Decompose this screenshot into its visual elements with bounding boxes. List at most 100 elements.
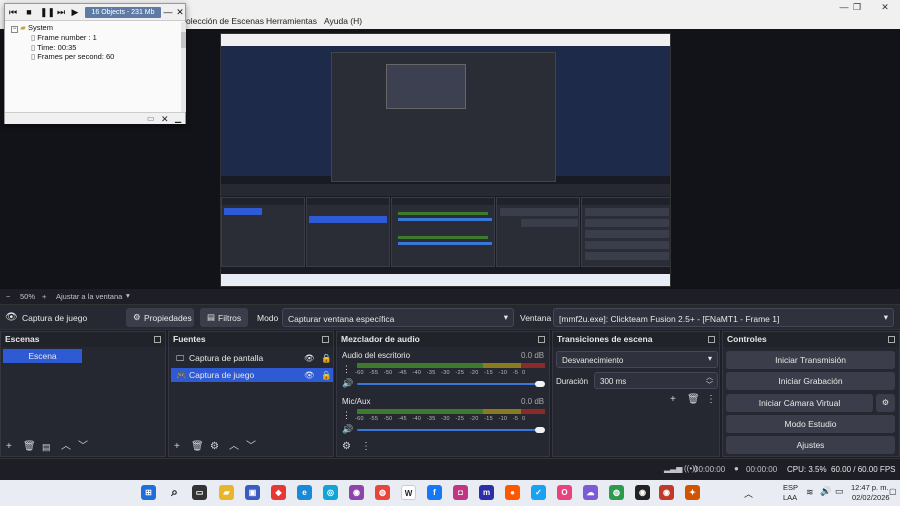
clickteam-icon[interactable]: ✦ <box>685 485 700 500</box>
eye-icon[interactable]: 👁 <box>304 351 315 365</box>
window-select[interactable]: [mmf2u.exe]: Clickteam Fusion 2.5+ - [FN… <box>553 308 894 327</box>
save-icon[interactable]: ▭ <box>147 114 155 124</box>
step-forward-icon[interactable]: ⏭ <box>56 7 66 17</box>
kebab-menu-icon[interactable]: ⋮ <box>706 395 716 405</box>
pause-icon[interactable]: ❚❚ <box>40 7 55 17</box>
play-icon[interactable]: ▶ <box>70 7 80 17</box>
chevron-down-icon[interactable]: ▾ <box>126 291 130 300</box>
app-blue-icon[interactable]: ◎ <box>323 485 338 500</box>
menu-help[interactable]: Ayuda (H) <box>324 16 362 26</box>
spin-down-icon[interactable]: ﹀ <box>706 380 713 390</box>
popout-icon[interactable] <box>888 336 895 343</box>
tree-item[interactable]: ▯ Frame number : 1 <box>11 33 114 43</box>
trash-icon[interactable]: 🗑 <box>687 395 700 405</box>
source-item-game-capture[interactable]: 🎮 Captura de juego 👁 🔒 <box>171 368 333 382</box>
minimize-icon[interactable]: — <box>163 7 173 17</box>
reddit-icon[interactable]: ● <box>505 485 520 500</box>
volume-slider[interactable] <box>357 429 543 431</box>
notification-icon[interactable]: ▢ <box>889 487 897 496</box>
kebab-menu-icon[interactable]: ⋮ <box>342 410 351 421</box>
search-icon[interactable]: ⌕ <box>167 485 182 500</box>
gear-icon[interactable]: ⚙ <box>210 442 219 452</box>
properties-button[interactable]: ⚙ Propiedades <box>126 308 194 327</box>
object-tree[interactable]: − ▰ System ▯ Frame number : 1 ▯ Time: 00… <box>11 23 114 62</box>
chrome-icon[interactable]: ◍ <box>375 485 390 500</box>
menu-tools[interactable]: Herramientas <box>266 16 317 26</box>
add-icon[interactable]: + <box>6 442 12 452</box>
transition-select[interactable]: Desvanecimiento ▾ <box>556 351 718 368</box>
windows-start-icon[interactable]: ⊞ <box>141 485 156 500</box>
trash-icon[interactable]: 🗑 <box>23 442 36 452</box>
zoom-fit-select[interactable]: Ajustar a la ventana <box>56 292 122 301</box>
clock-time[interactable]: 12:47 p. m. <box>851 483 889 492</box>
volume-slider-handle[interactable] <box>535 427 545 433</box>
volume-icon[interactable]: 🔊 <box>820 486 831 497</box>
object-debugger-window[interactable]: ⏮ ■ ❚❚ ⏭ ▶ 16 Objects - 231 Mb — ✕ − ▰ S… <box>4 3 186 124</box>
facebook-icon[interactable]: f <box>427 485 442 500</box>
popout-icon[interactable] <box>708 336 715 343</box>
zoom-out-button[interactable]: − <box>6 292 10 301</box>
tree-item[interactable]: ▯ Frames per second: 60 <box>11 52 114 62</box>
speaker-icon[interactable]: 🔊 <box>342 424 353 435</box>
mode-select[interactable]: Capturar ventana específica ▾ <box>282 308 514 327</box>
duration-spinbox[interactable]: 300 ms ︿ ﹀ <box>594 372 718 389</box>
delete-icon[interactable]: ✕ <box>161 114 169 124</box>
maximize-icon[interactable]: ❐ <box>845 0 869 14</box>
app-red-circle-icon[interactable]: ◉ <box>659 485 674 500</box>
app-purple-icon[interactable]: ◉ <box>349 485 364 500</box>
lock-icon[interactable]: 🔒 <box>321 351 332 365</box>
preview-canvas[interactable] <box>220 33 671 287</box>
task-view-icon[interactable]: ▭ <box>192 485 207 500</box>
app-m-icon[interactable]: m <box>479 485 494 500</box>
add-icon[interactable]: + <box>174 442 180 452</box>
instagram-icon[interactable]: ◘ <box>453 485 468 500</box>
language-layout[interactable]: LAA <box>783 493 797 502</box>
obs-icon[interactable]: ◉ <box>635 485 650 500</box>
clock-date[interactable]: 02/02/2026 <box>852 493 890 502</box>
edge-icon[interactable]: e <box>297 485 312 500</box>
app-cloud-icon[interactable]: ☁ <box>583 485 598 500</box>
settings-button[interactable]: Ajustes <box>726 436 895 454</box>
skip-back-icon[interactable]: ⏮ <box>8 7 18 17</box>
chevron-up-icon[interactable]: ︿ <box>61 442 71 452</box>
chevron-down-icon[interactable]: ﹀ <box>78 442 88 452</box>
tree-item[interactable]: − ▰ System <box>11 23 114 33</box>
battery-icon[interactable]: ▭ <box>835 486 844 497</box>
lock-icon[interactable]: 🔒 <box>321 368 332 382</box>
filter-icon[interactable]: ▤ <box>42 442 51 452</box>
volume-slider[interactable] <box>357 383 543 385</box>
chevron-up-icon[interactable]: ︿ <box>744 487 753 500</box>
add-icon[interactable]: + <box>670 395 676 405</box>
tree-item[interactable]: ▯ Time: 00:35 <box>11 43 114 53</box>
store-icon[interactable]: ▣ <box>245 485 260 500</box>
start-recording-button[interactable]: Iniciar Grabación <box>726 372 895 390</box>
virtual-camera-settings-button[interactable]: ⚙ <box>876 394 895 412</box>
language-indicator[interactable]: ESP <box>783 483 798 492</box>
eye-icon[interactable]: 👁 <box>304 368 315 382</box>
popout-icon[interactable] <box>322 336 329 343</box>
advanced-audio-icon[interactable]: ⚙ <box>342 442 351 452</box>
source-item-screen-capture[interactable]: 🖵 Captura de pantalla 👁 🔒 <box>171 351 333 365</box>
start-virtual-camera-button[interactable]: Iniciar Cámara Virtual <box>726 394 873 412</box>
zoom-in-button[interactable]: + <box>42 292 46 301</box>
trash-icon[interactable]: 🗑 <box>191 442 204 452</box>
close-icon[interactable]: ✕ <box>873 0 897 14</box>
menu-scene-collection[interactable]: olección de Escenas <box>186 16 264 26</box>
collapse-icon[interactable]: − <box>11 26 18 33</box>
start-streaming-button[interactable]: Iniciar Transmisión <box>726 351 895 369</box>
volume-slider-handle[interactable] <box>535 381 545 387</box>
filters-button[interactable]: ▤ Filtros <box>200 308 248 327</box>
resize-icon[interactable]: ▁ <box>175 114 181 124</box>
speaker-icon[interactable]: 🔊 <box>342 378 353 389</box>
scrollbar[interactable] <box>181 22 186 112</box>
popout-icon[interactable] <box>538 336 545 343</box>
chrome-profile-icon[interactable]: ◍ <box>609 485 624 500</box>
app-check-icon[interactable]: ✓ <box>531 485 546 500</box>
popout-icon[interactable] <box>154 336 161 343</box>
stop-icon[interactable]: ■ <box>24 7 34 17</box>
kebab-menu-icon[interactable]: ⋮ <box>342 364 351 375</box>
close-icon[interactable]: ✕ <box>175 7 185 17</box>
wikipedia-icon[interactable]: W <box>401 485 416 500</box>
app-red-icon[interactable]: ◆ <box>271 485 286 500</box>
studio-mode-button[interactable]: Modo Estudio <box>726 415 895 433</box>
